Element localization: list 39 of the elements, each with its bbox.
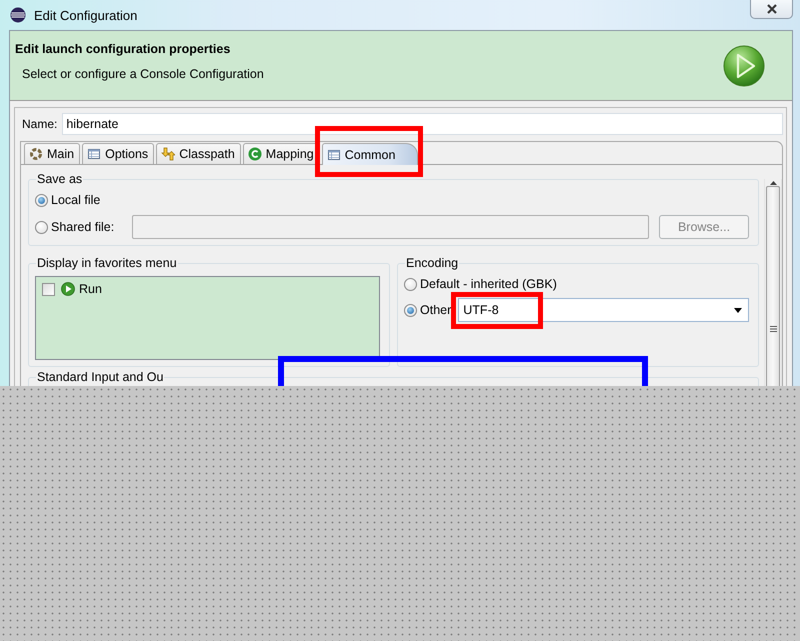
window-title: Edit Configuration — [34, 8, 138, 22]
table-icon — [326, 148, 341, 162]
close-icon — [766, 4, 778, 14]
tab[interactable]: Classpath — [156, 143, 241, 164]
name-label: Name: — [22, 117, 58, 131]
group-label: Save as — [36, 172, 84, 186]
group-label: Display in favorites menu — [36, 256, 178, 270]
play-icon — [723, 45, 765, 87]
ring-icon — [29, 147, 43, 161]
tab[interactable]: Options — [82, 143, 154, 164]
up-arrow-icon — [770, 181, 776, 185]
dropdown-arrow-icon — [734, 308, 742, 312]
tab[interactable]: Common — [322, 143, 418, 165]
scrollbar[interactable] — [764, 179, 782, 386]
encoding-combo[interactable]: UTF-8 — [458, 298, 749, 322]
scrollbar-thumb[interactable] — [766, 186, 780, 386]
radio-label: Default - inherited (GBK) — [420, 277, 557, 291]
list-item-label: Run — [79, 282, 102, 296]
header-subtitle: Select or configure a Console Configuration — [21, 66, 265, 82]
group-label: Standard Input and Ou — [36, 370, 164, 384]
radio-button[interactable] — [404, 304, 417, 316]
play-icon — [61, 282, 75, 296]
group-label: Encoding — [405, 256, 460, 270]
header-title: Edit launch configuration properties — [15, 41, 232, 57]
name-field[interactable]: hibernate — [62, 113, 783, 135]
close-button[interactable] — [750, 0, 793, 19]
tab[interactable]: Main — [24, 143, 80, 164]
grip-icon — [770, 326, 776, 332]
table-icon — [87, 147, 102, 161]
radio-button[interactable] — [404, 278, 417, 290]
radio-label: Other — [420, 303, 452, 317]
radio-label: Shared file: — [51, 220, 116, 234]
circle-icon — [248, 147, 262, 161]
arrows-icon — [161, 147, 176, 161]
radio-button[interactable] — [35, 194, 48, 206]
checkbox[interactable] — [42, 282, 55, 296]
radio-label: Local file — [51, 193, 100, 207]
logo-icon — [10, 7, 26, 23]
radio-button[interactable] — [35, 220, 48, 234]
